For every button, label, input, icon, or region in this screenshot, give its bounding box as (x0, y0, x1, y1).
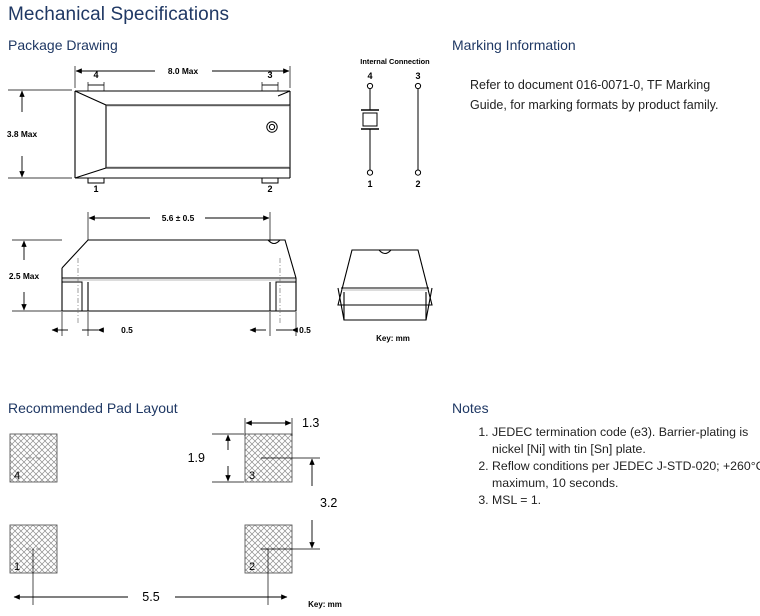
package-drawing-top-view: 8.0 Max 4 3 3.8 Max 1 2 Internal Connect… (0, 50, 460, 195)
dimension-body-height: 2.5 Max (9, 271, 40, 281)
ic-pin-label-4: 4 (367, 71, 372, 81)
key-label-package-drawing: Key: mm (376, 334, 410, 343)
pad-number-3: 3 (249, 470, 255, 482)
marking-information-text: Refer to document 016-0071-0, TF Marking… (470, 77, 719, 112)
dimension-horizontal-pitch: 5.5 (142, 590, 159, 604)
package-drawing-side-view: 5.6 ± 0.5 2.5 Max 0.5 0.5 Key: mm (0, 200, 470, 355)
pin-label-4: 4 (93, 70, 98, 80)
dimension-pad-height: 1.9 (188, 451, 205, 465)
dimension-right-lead-width: 0.5 (299, 325, 311, 335)
pad-number-1: 1 (14, 561, 20, 573)
dimension-pad-width: 1.3 (302, 416, 319, 430)
ic-pin-label-2: 2 (415, 179, 420, 189)
pin-label-2: 2 (267, 184, 272, 194)
recommended-pad-layout-drawing: 4 3 1 2 1.3 1.9 3.2 5.5 Key: mm (0, 408, 360, 616)
section-heading-notes: Notes (452, 400, 489, 416)
dimension-overall-width: 8.0 Max (168, 66, 199, 76)
pad-number-4: 4 (14, 470, 20, 482)
pin-label-1: 1 (93, 184, 98, 194)
note-item: JEDEC termination code (e3). Barrier-pla… (492, 424, 760, 457)
key-label-pad-layout: Key: mm (308, 600, 342, 609)
dimension-vertical-pitch: 3.2 (320, 496, 337, 510)
mechanical-specifications-page: Mechanical Specifications Package Drawin… (0, 0, 760, 616)
pin-label-3: 3 (267, 70, 272, 80)
internal-connection-title: Internal Connection (360, 57, 430, 66)
page-title: Mechanical Specifications (8, 4, 230, 25)
notes-list: JEDEC termination code (e3). Barrier-pla… (470, 424, 760, 510)
dimension-overall-height: 3.8 Max (7, 129, 38, 139)
note-item: MSL = 1. (492, 492, 760, 509)
dimension-left-lead-width: 0.5 (121, 325, 133, 335)
dimension-body-length: 5.6 ± 0.5 (162, 213, 195, 223)
pad-number-2: 2 (249, 561, 255, 573)
note-item: Reflow conditions per JEDEC J-STD-020; +… (492, 458, 760, 491)
section-heading-marking-information: Marking Information (452, 37, 576, 53)
ic-pin-label-3: 3 (415, 71, 420, 81)
ic-pin-label-1: 1 (367, 179, 372, 189)
